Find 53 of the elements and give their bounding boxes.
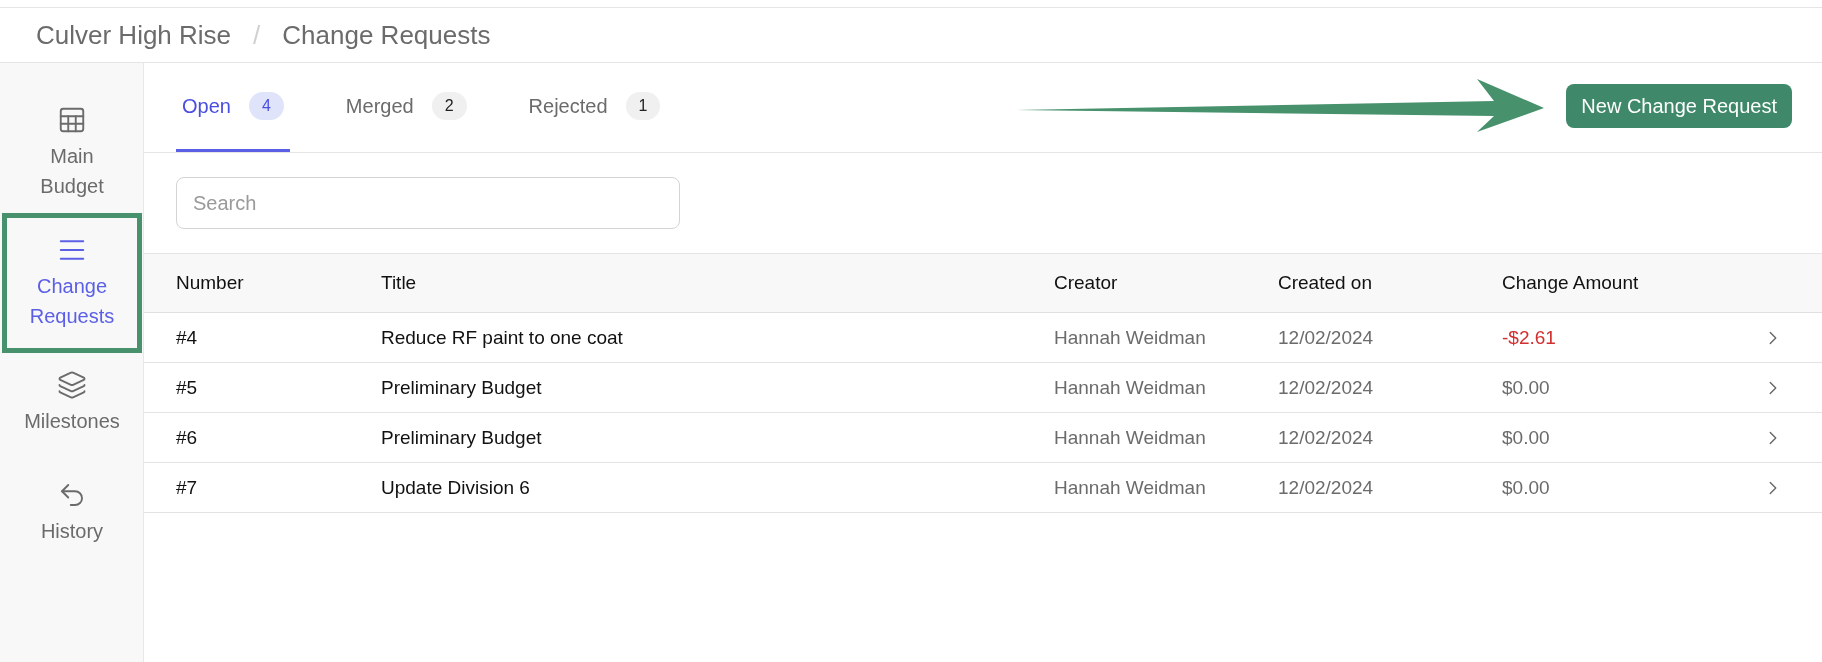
sidebar-item[interactable]: History [2,453,142,573]
breadcrumb-separator: / [253,19,261,51]
tab[interactable]: Open 4 [176,63,290,152]
table-cell-text: Hannah Weidman [1054,376,1207,399]
table-cell-text: Hannah Weidman [1054,476,1207,499]
tab[interactable]: Merged 2 [339,63,473,152]
tab-label: Rejected [528,94,608,118]
table-cell-text: #4 [176,326,199,349]
table-cell-text: Preliminary Budget [381,376,543,399]
table-row[interactable]: #4 Reduce RF paint to one coat Hannah Weidman 12/02/2024 -$2.61 [144,313,1822,363]
table-cell-text: Hannah Weidman [1054,326,1207,349]
page-title: Change Requests [282,19,491,51]
tab-count-badge: 4 [248,92,284,120]
search-field[interactable]: Search [176,177,680,229]
table-cell-text: $0.00 [1502,476,1551,499]
table-row[interactable]: #6 Preliminary Budget Hannah Weidman 12/02/2024 $0.00 [144,413,1822,463]
table-row[interactable]: #5 Preliminary Budget Hannah Weidman 12/02/2024 $0.00 [144,363,1822,413]
table-cell-text: 12/02/2024 [1278,326,1375,349]
table-cell-text: $0.00 [1502,376,1551,399]
sidebar-item[interactable]: Milestones [2,353,142,453]
tab-count-badge: 2 [431,92,467,120]
tab-count-badge: 1 [625,92,661,120]
table-icon [57,105,87,135]
tab-label: Merged [345,94,414,118]
column-header: Title [381,272,418,294]
sidebar-label: History [39,519,105,544]
sidebar-item[interactable]: Main Budget [2,93,142,213]
table-cell-text: -$2.61 [1502,326,1557,349]
table-cell-text: $0.00 [1502,426,1551,449]
new-change-request-button[interactable]: New Change Request [1566,84,1792,128]
table-cell-text: #5 [176,376,199,399]
table-cell-text: #6 [176,426,199,449]
table-cell-text: 12/02/2024 [1278,426,1375,449]
column-header: Creator [1054,272,1119,294]
table-cell-text: 12/02/2024 [1278,376,1375,399]
sidebar-label: Milestones [24,409,120,434]
layers-icon [57,370,87,400]
column-header: Change Amount [1502,272,1640,294]
table-cell-text: Update Division 6 [381,476,531,499]
table-cell-text: #7 [176,476,199,499]
table-cell-text: Reduce RF paint to one coat [381,326,624,349]
tab-label: Open [182,94,231,118]
sidebar-item[interactable]: Change Requests [2,213,142,353]
column-header: Created on [1278,272,1373,294]
project-breadcrumb[interactable]: Culver High Rise [36,19,232,51]
table-cell-text: Hannah Weidman [1054,426,1207,449]
column-header: Number [176,272,245,294]
sidebar-label: Change Requests [28,274,116,329]
tab[interactable]: Rejected 1 [522,63,667,152]
table-row[interactable]: #7 Update Division 6 Hannah Weidman 12/02/2024 $0.00 [144,463,1822,513]
table-cell-text: Preliminary Budget [381,426,543,449]
sidebar-label: Main Budget [39,144,105,199]
table-cell-text: 12/02/2024 [1278,476,1375,499]
